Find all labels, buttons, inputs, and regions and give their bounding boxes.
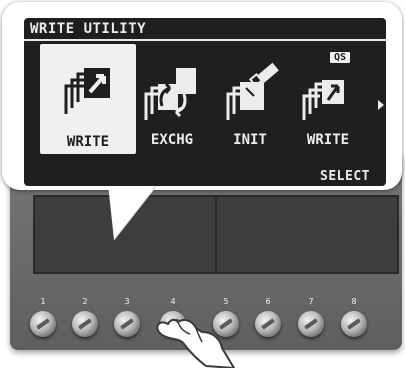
- knob-1[interactable]: [30, 311, 56, 337]
- callout-tail: [108, 183, 159, 241]
- knob-number-5: 5: [223, 297, 229, 306]
- knob-number-2: 2: [82, 297, 88, 306]
- write-icon: [64, 68, 110, 114]
- knob-number-1: 1: [40, 297, 46, 306]
- menu-item-write[interactable]: WRITE: [40, 44, 136, 154]
- menu-label-quick-setup-write: WRITE: [306, 132, 350, 148]
- menu-label-write: WRITE: [66, 134, 110, 150]
- knob-number-3: 3: [124, 297, 130, 306]
- menu-item-init[interactable]: INIT: [210, 54, 290, 154]
- knob-number-4: 4: [170, 297, 176, 306]
- pointing-hand-icon: [156, 318, 235, 368]
- knob-number-6: 6: [265, 297, 271, 306]
- menu-label-exchange: EXCHG: [150, 132, 194, 148]
- select-label: SELECT: [320, 169, 370, 184]
- knob-number-8: 8: [351, 297, 357, 306]
- knob-3[interactable]: [114, 311, 140, 337]
- lcd-divider: [24, 39, 386, 41]
- init-icon: [226, 62, 279, 120]
- scroll-right-icon[interactable]: [378, 100, 384, 110]
- menu-item-exchange[interactable]: EXCHG: [132, 54, 212, 154]
- knob-2[interactable]: [72, 311, 98, 337]
- knob-7[interactable]: [298, 311, 324, 337]
- device-screen-right: [215, 195, 399, 274]
- menu-label-init: INIT: [233, 132, 267, 148]
- menu-item-quick-setup-write[interactable]: QS WRITE: [288, 52, 368, 154]
- exchange-icon: [144, 68, 196, 120]
- knob-6[interactable]: [255, 311, 281, 337]
- lcd-title: WRITE UTILITY: [30, 21, 147, 37]
- quick-setup-write-icon: [302, 80, 344, 120]
- knob-number-7: 7: [308, 297, 314, 306]
- knob-8[interactable]: [341, 311, 367, 337]
- lcd-screen: WRITE UTILITY WRITE EXCHG INIT QS WRITE …: [24, 18, 386, 186]
